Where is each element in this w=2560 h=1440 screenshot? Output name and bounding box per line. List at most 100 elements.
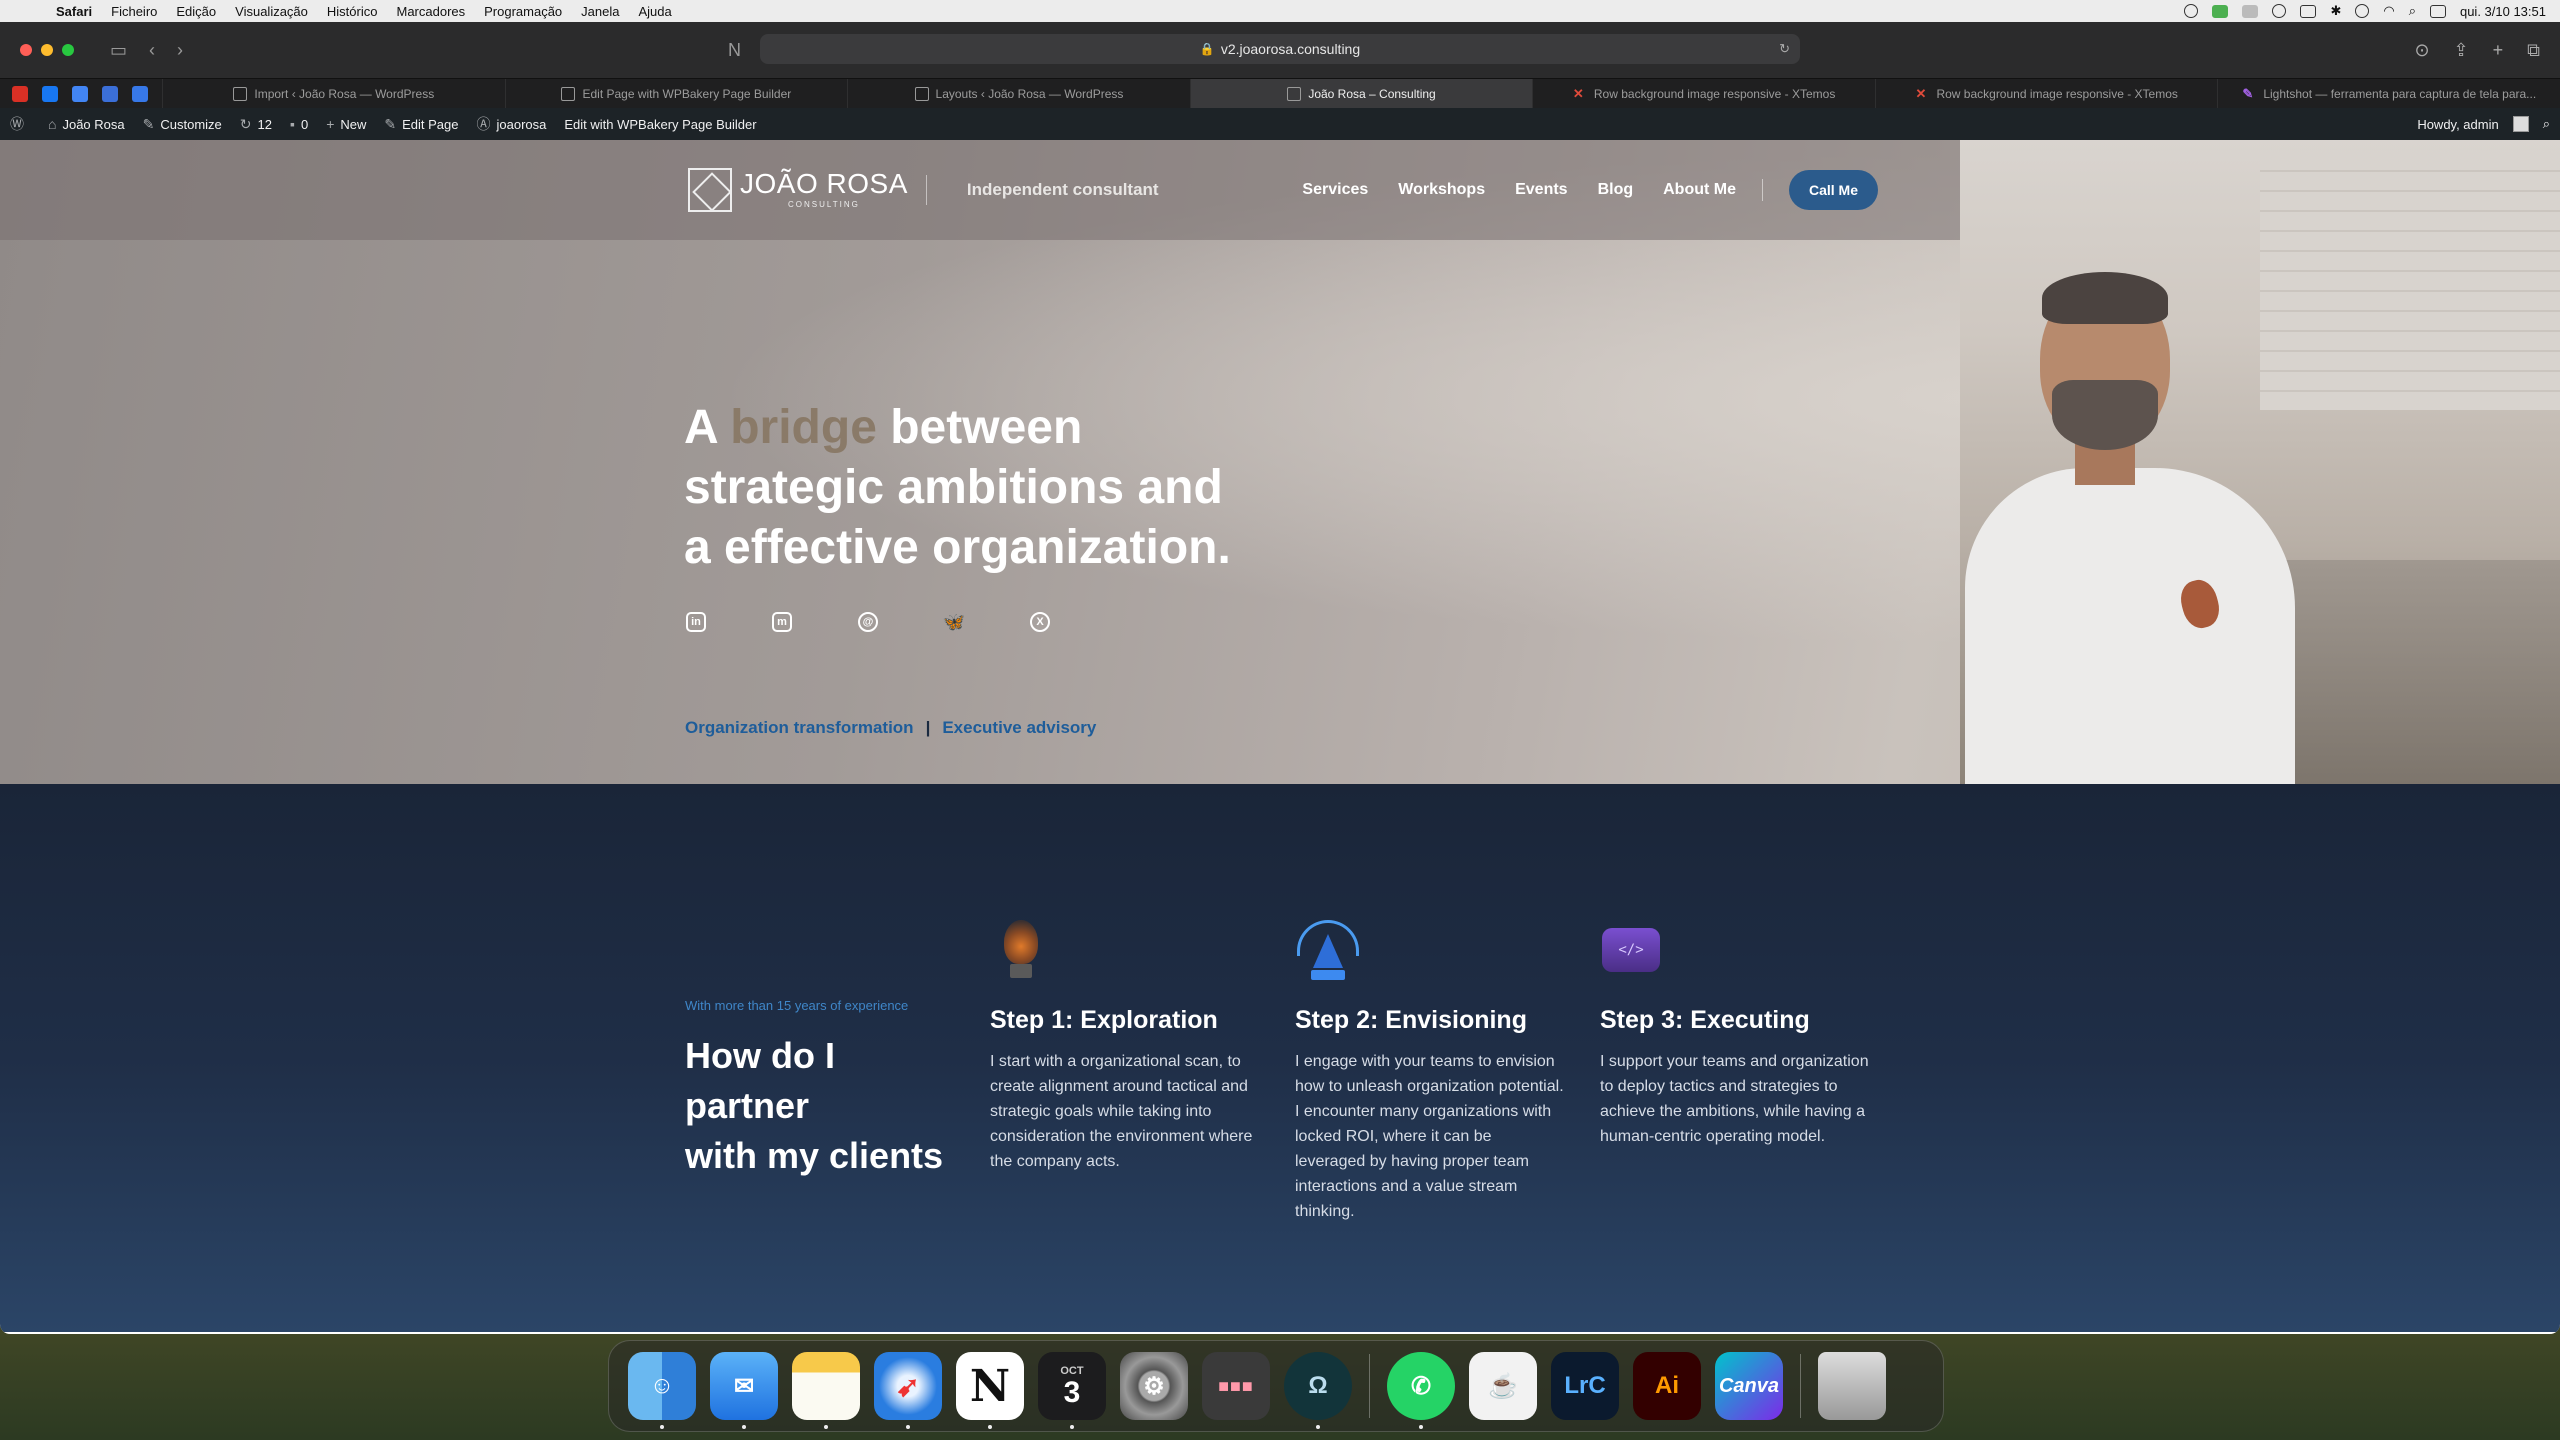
bluesky-icon[interactable]: 🦋 (943, 612, 965, 632)
mail-icon[interactable]: ✉ (710, 1352, 778, 1429)
system-settings-icon[interactable]: ⚙ (1120, 1352, 1188, 1420)
admin-wpbakery[interactable]: Edit with WPBakery Page Builder (564, 117, 756, 132)
spotlight-search-icon[interactable]: ⌕ (2409, 3, 2416, 19)
pen-tool-icon (1295, 920, 1565, 982)
wordpress-logo-icon[interactable]: Ⓦ (10, 114, 30, 134)
reload-icon[interactable]: ↻ (1779, 41, 1790, 57)
browser-tab[interactable]: Import ‹ João Rosa — WordPress (162, 79, 505, 108)
safari-icon[interactable]: ➹ (874, 1352, 942, 1429)
calendar-icon[interactable]: OCT 3 (1038, 1352, 1106, 1429)
menu-ficheiro[interactable]: Ficheiro (111, 4, 157, 19)
canva-icon[interactable]: Canva (1715, 1352, 1783, 1420)
dock-separator (1800, 1354, 1801, 1418)
headline-text: between (876, 401, 1083, 454)
play-status-icon[interactable] (2355, 4, 2370, 18)
menu-edicao[interactable]: Edição (176, 4, 216, 19)
nav-workshops[interactable]: Workshops (1398, 181, 1485, 199)
status-ring-icon[interactable] (2184, 4, 2199, 18)
nav-about-me[interactable]: About Me (1663, 181, 1736, 199)
nav-events[interactable]: Events (1515, 181, 1567, 199)
threads-icon[interactable]: @ (858, 612, 878, 632)
back-arrow-icon[interactable]: ‹ (149, 40, 155, 61)
launchpad-icon[interactable]: ■■■ (1202, 1352, 1270, 1420)
admin-bar-right: Howdy, admin ⌕ (2417, 116, 2550, 132)
tab-label: Row background image responsive - XTemos (1936, 86, 2178, 101)
photo-shirt (1965, 468, 2295, 784)
lightroom-classic-icon[interactable]: LrC (1551, 1352, 1619, 1420)
whatsapp-icon[interactable]: ✆ (1387, 1352, 1455, 1429)
hero-service-links: Organization transformation | Executive … (685, 718, 1096, 738)
menu-app-safari[interactable]: Safari (56, 4, 92, 19)
browser-tab[interactable]: ✎ Lightshot — ferramenta para captura de … (2217, 79, 2560, 108)
close-window-button[interactable] (20, 44, 32, 56)
browser-tab[interactable]: ✕ Row background image responsive - XTemo… (1874, 79, 2218, 108)
organization-transformation-link[interactable]: Organization transformation (685, 718, 914, 738)
site-tagline: Independent consultant (966, 180, 1159, 199)
admin-site-name[interactable]: ⌂ João Rosa (48, 116, 125, 132)
notes-icon[interactable] (792, 1352, 860, 1429)
podcast-app-icon[interactable]: Ω (1284, 1352, 1352, 1429)
browser-tab[interactable]: ✕ Row background image responsive - XTemo… (1532, 79, 1875, 108)
avatar[interactable] (2512, 116, 2529, 132)
sidebar-toggle-icon[interactable]: ▭ (110, 40, 127, 61)
wordpress-favicon-icon (914, 86, 929, 101)
browser-tab-active[interactable]: João Rosa – Consulting (1189, 79, 1533, 108)
menu-ajuda[interactable]: Ajuda (638, 4, 671, 19)
x-icon[interactable]: X (1030, 612, 1050, 632)
call-me-button[interactable]: Call Me (1788, 170, 1878, 210)
gmail-pinned-icon[interactable] (12, 85, 28, 102)
timemachine-icon[interactable] (2272, 4, 2287, 18)
admin-comments[interactable]: ▪ 0 (290, 116, 308, 132)
linkedin-icon[interactable]: in (686, 612, 706, 632)
new-tab-icon[interactable]: + (2493, 40, 2504, 61)
status-battery-icon[interactable] (2242, 4, 2259, 18)
notion-icon[interactable]: N (956, 1352, 1024, 1429)
admin-updates[interactable]: ↻ 12 (240, 116, 272, 133)
status-app-icon[interactable] (2212, 4, 2229, 18)
admin-new[interactable]: + New (326, 116, 366, 132)
menu-historico[interactable]: Histórico (327, 4, 378, 19)
tab-label: Import ‹ João Rosa — WordPress (254, 86, 435, 101)
calendar-day: 3 (1063, 1376, 1081, 1409)
address-bar[interactable]: 🔒 v2.joaorosa.consulting ↻ (760, 34, 1800, 64)
fullscreen-window-button[interactable] (62, 44, 74, 56)
finder-icon[interactable]: ☺ (628, 1352, 696, 1429)
browser-tab[interactable]: Edit Page with WPBakery Page Builder (504, 79, 848, 108)
tab-overview-icon[interactable]: ⧉ (2527, 40, 2540, 61)
downloads-icon[interactable]: ⊙ (2414, 40, 2429, 61)
notion-extension-icon[interactable]: N (728, 40, 741, 61)
executive-advisory-link[interactable]: Executive advisory (942, 718, 1096, 738)
admin-edit-page[interactable]: ✎ Edit Page (384, 116, 458, 133)
chrome-pinned-icon[interactable] (102, 85, 118, 102)
app-pinned-icon[interactable] (132, 85, 148, 102)
trash-icon[interactable] (1818, 1352, 1886, 1420)
main-menu: Services Workshops Events Blog About Me … (1272, 170, 1878, 210)
menubar-clock[interactable]: qui. 3/10 13:51 (2460, 4, 2546, 19)
illustrator-icon[interactable]: Ai (1633, 1352, 1701, 1420)
admin-howdy[interactable]: Howdy, admin (2417, 117, 2498, 132)
site-logo[interactable]: JOÃO ROSA CONSULTING (688, 168, 908, 212)
notion-status-icon[interactable] (2300, 4, 2317, 18)
control-center-icon[interactable] (2429, 4, 2446, 18)
bluetooth-icon[interactable]: ✱ (2330, 3, 2341, 19)
menu-marcadores[interactable]: Marcadores (396, 4, 465, 19)
minimize-window-button[interactable] (41, 44, 53, 56)
photo-beard (2052, 380, 2158, 450)
calendar-pinned-icon[interactable] (72, 85, 88, 102)
meta-pinned-icon[interactable] (42, 85, 58, 102)
browser-tab[interactable]: Layouts ‹ João Rosa — WordPress (847, 79, 1190, 108)
nav-blog[interactable]: Blog (1598, 181, 1634, 199)
admin-search-icon[interactable]: ⌕ (2543, 116, 2550, 132)
share-icon[interactable]: ⇪ (2454, 40, 2469, 61)
java-icon[interactable]: ☕ (1469, 1352, 1537, 1420)
step-description: I engage with your teams to envision how… (1295, 1053, 1564, 1220)
menu-programacao[interactable]: Programação (484, 4, 562, 19)
forward-arrow-icon[interactable]: › (177, 40, 183, 61)
menu-janela[interactable]: Janela (581, 4, 619, 19)
wifi-icon[interactable]: ◠ (2383, 3, 2394, 19)
nav-services[interactable]: Services (1302, 181, 1368, 199)
mastodon-icon[interactable]: m (772, 612, 792, 632)
menu-visualizacao[interactable]: Visualização (235, 4, 308, 19)
admin-customize[interactable]: ✎ Customize (143, 116, 222, 133)
admin-joaorosa[interactable]: Ⓐjoaorosa (477, 114, 547, 134)
